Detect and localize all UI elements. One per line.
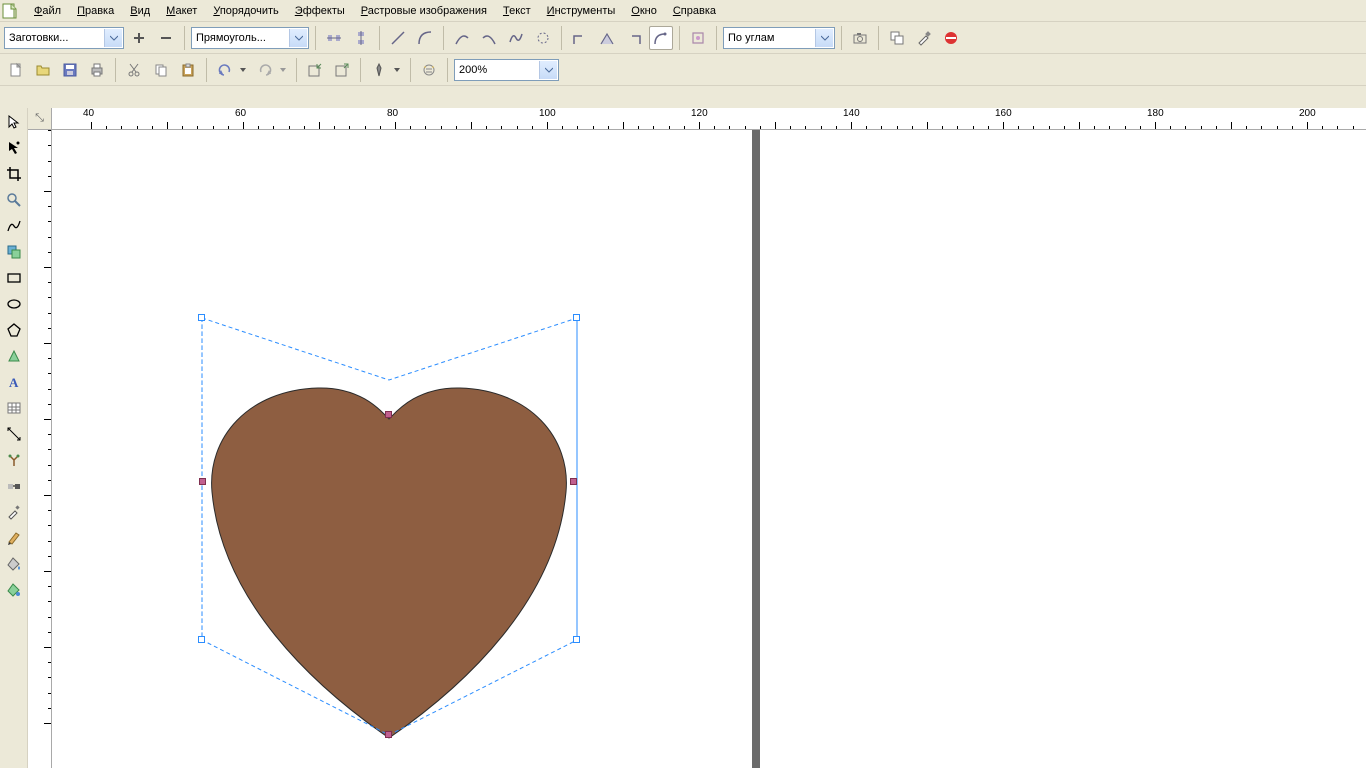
copy-button[interactable]	[149, 58, 173, 82]
redo-dropdown[interactable]	[280, 68, 290, 72]
table-tool[interactable]	[2, 396, 26, 420]
auto-close-icon[interactable]	[686, 26, 710, 50]
paste-button[interactable]	[176, 58, 200, 82]
edit-node[interactable]	[385, 411, 392, 418]
chevron-down-icon	[104, 29, 122, 47]
edit-node[interactable]	[199, 478, 206, 485]
add-preset-button[interactable]	[127, 26, 151, 50]
corner-right-icon[interactable]	[622, 26, 646, 50]
zoom-combo[interactable]: 200%	[454, 59, 559, 81]
launcher-dropdown[interactable]	[394, 68, 404, 72]
pick-tool[interactable]	[2, 110, 26, 134]
menu-tools[interactable]: Инструменты	[539, 3, 624, 19]
svg-text:A: A	[9, 375, 19, 390]
arc-both-icon[interactable]	[504, 26, 528, 50]
undo-dropdown[interactable]	[240, 68, 250, 72]
property-bar: Заготовки... Прямоуголь... По углам	[0, 22, 1366, 54]
corner-curve-icon[interactable]	[649, 26, 673, 50]
zoom-tool[interactable]	[2, 188, 26, 212]
curve-tool-icon[interactable]	[413, 26, 437, 50]
new-doc-button[interactable]	[4, 58, 28, 82]
text-tool[interactable]: A	[2, 370, 26, 394]
menu-layout[interactable]: Макет	[158, 3, 205, 19]
selection-handle[interactable]	[573, 636, 580, 643]
connector-tool[interactable]	[2, 448, 26, 472]
edit-node[interactable]	[385, 731, 392, 738]
print-button[interactable]	[85, 58, 109, 82]
ellipse-segment-icon[interactable]	[531, 26, 555, 50]
outline-tool[interactable]	[2, 526, 26, 550]
corner-left-icon[interactable]	[568, 26, 592, 50]
align-node-h-button[interactable]	[322, 26, 346, 50]
ruler-corner[interactable]: ⤡	[28, 108, 52, 130]
vertical-ruler[interactable]: 100120140160180200220240	[28, 130, 52, 768]
line-tool-icon[interactable]	[386, 26, 410, 50]
selection-handle[interactable]	[198, 314, 205, 321]
toolbox: A	[0, 108, 28, 768]
eyedropper-icon[interactable]	[912, 26, 936, 50]
heart-shape[interactable]	[52, 130, 752, 768]
arc-right-icon[interactable]	[477, 26, 501, 50]
menu-help[interactable]: Справка	[665, 3, 724, 19]
save-button[interactable]	[58, 58, 82, 82]
menu-bitmaps[interactable]: Растровые изображения	[353, 3, 495, 19]
dimension-tool[interactable]	[2, 422, 26, 446]
camera-icon[interactable]	[848, 26, 872, 50]
chevron-down-icon	[815, 29, 833, 47]
basic-shapes-tool[interactable]	[2, 344, 26, 368]
eyedropper-tool[interactable]	[2, 500, 26, 524]
ruler-area: ⤡ 406080100120140160180200220240260280 1…	[28, 108, 1366, 768]
fill-tool[interactable]	[2, 552, 26, 576]
chevron-down-icon	[289, 29, 307, 47]
menu-arrange[interactable]: Упорядочить	[205, 3, 286, 19]
open-button[interactable]	[31, 58, 55, 82]
export-button[interactable]	[330, 58, 354, 82]
shape-type-combo[interactable]: Прямоуголь...	[191, 27, 309, 49]
corner-both-icon[interactable]	[595, 26, 619, 50]
page-shadow	[752, 130, 760, 768]
interactive-fill-tool[interactable]	[2, 578, 26, 602]
standard-toolbar: 200%	[0, 54, 1366, 86]
remove-preset-button[interactable]	[154, 26, 178, 50]
menu-text[interactable]: Текст	[495, 3, 539, 19]
interactive-tool[interactable]	[2, 474, 26, 498]
welcome-screen-button[interactable]	[417, 58, 441, 82]
polygon-tool[interactable]	[2, 318, 26, 342]
import-button[interactable]	[303, 58, 327, 82]
menubar: Файл Правка Вид Макет Упорядочить Эффект…	[0, 0, 1366, 22]
selection-handle[interactable]	[198, 636, 205, 643]
undo-button[interactable]	[213, 58, 237, 82]
copy-props-icon[interactable]	[885, 26, 909, 50]
menu-view[interactable]: Вид	[122, 3, 158, 19]
menu-effects[interactable]: Эффекты	[287, 3, 353, 19]
menu-window[interactable]: Окно	[623, 3, 665, 19]
arc-left-icon[interactable]	[450, 26, 474, 50]
smart-fill-tool[interactable]	[2, 240, 26, 264]
corner-mode-combo[interactable]: По углам	[723, 27, 835, 49]
horizontal-ruler[interactable]: 406080100120140160180200220240260280	[52, 108, 1366, 130]
crop-tool[interactable]	[2, 162, 26, 186]
canvas[interactable]	[52, 130, 1366, 768]
ellipse-tool[interactable]	[2, 292, 26, 316]
chevron-down-icon	[539, 61, 557, 79]
menu-file[interactable]: Файл	[26, 3, 69, 19]
menu-edit[interactable]: Правка	[69, 3, 122, 19]
rectangle-tool[interactable]	[2, 266, 26, 290]
presets-combo[interactable]: Заготовки...	[4, 27, 124, 49]
app-launcher-button[interactable]	[367, 58, 391, 82]
edit-node[interactable]	[570, 478, 577, 485]
align-node-v-button[interactable]	[349, 26, 373, 50]
shape-tool[interactable]	[2, 136, 26, 160]
prohibit-icon[interactable]	[939, 26, 963, 50]
freehand-tool[interactable]	[2, 214, 26, 238]
redo-button[interactable]	[253, 58, 277, 82]
selection-handle[interactable]	[573, 314, 580, 321]
workspace: A ⤡ 406080100120140160180200220240260280…	[0, 108, 1366, 768]
cut-button[interactable]	[122, 58, 146, 82]
app-icon	[2, 3, 18, 19]
